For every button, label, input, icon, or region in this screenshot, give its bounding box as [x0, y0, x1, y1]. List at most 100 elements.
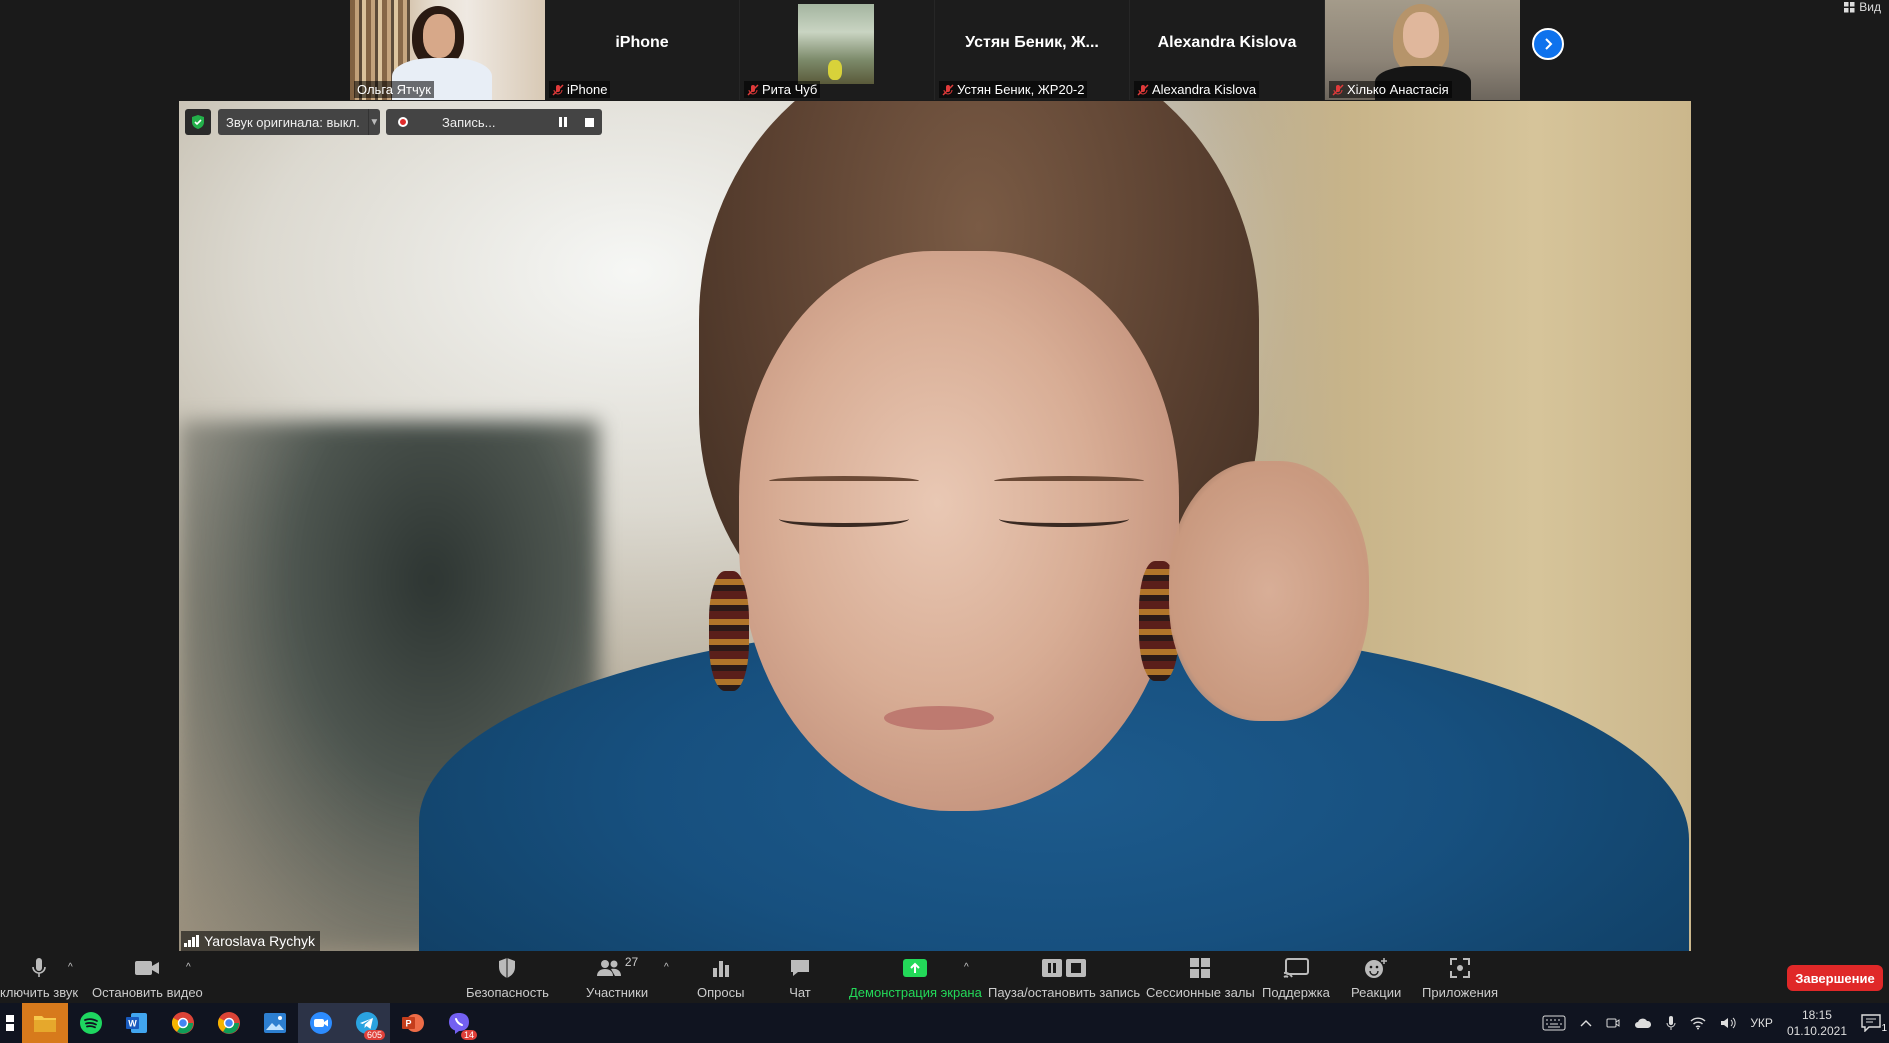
- system-tray: УКР 18:15 01.10.2021 1: [1542, 1003, 1889, 1043]
- breakout-rooms-icon: [1190, 958, 1211, 978]
- date: 01.10.2021: [1786, 1024, 1847, 1038]
- smiley-icon: [1365, 958, 1388, 978]
- active-speaker-video[interactable]: Yaroslava Rychyk: [179, 101, 1691, 951]
- original-sound-toggle[interactable]: Звук оригинала: выкл. ▼: [218, 109, 380, 135]
- notification-count: 1: [1881, 1023, 1887, 1034]
- notification-center[interactable]: 1: [1861, 1014, 1887, 1034]
- end-meeting-button[interactable]: Завершение: [1787, 965, 1883, 991]
- chevron-down-icon[interactable]: ▼: [367, 109, 380, 135]
- participant-tile-hilko[interactable]: Хілько Анастасія: [1325, 0, 1520, 100]
- meeting-toolbar: ключить звук ^ Остановить видео ^ Безопа…: [0, 952, 1889, 1003]
- chevron-right-icon: [1545, 38, 1553, 50]
- participant-tile-iphone[interactable]: iPhone iPhone: [545, 0, 740, 100]
- taskbar-chrome-2[interactable]: [206, 1003, 252, 1043]
- shield-icon: [499, 958, 516, 978]
- svg-text:P: P: [405, 1019, 411, 1029]
- participant-tile-rita[interactable]: Рита Чуб: [740, 0, 935, 100]
- keyboard-icon[interactable]: [1542, 1015, 1566, 1031]
- security-button[interactable]: Безопасность: [466, 956, 549, 1000]
- pause-stop-icon: [1042, 959, 1087, 977]
- taskbar-viber[interactable]: 14: [436, 1003, 482, 1043]
- pause-recording-button[interactable]: [550, 109, 576, 135]
- participant-label: Рита Чуб: [744, 81, 821, 98]
- polls-button[interactable]: Опросы: [697, 956, 744, 1000]
- mic-muted-icon: [942, 83, 954, 96]
- mute-button[interactable]: ключить звук: [0, 956, 78, 1000]
- participant-name: iPhone: [615, 34, 669, 51]
- participant-tile-alexandra[interactable]: Alexandra Kislova Alexandra Kislova: [1130, 0, 1325, 100]
- mic-muted-icon: [747, 83, 759, 96]
- taskbar-photos[interactable]: [252, 1003, 298, 1043]
- taskbar-telegram[interactable]: 605: [344, 1003, 390, 1043]
- grid-icon: [1844, 1, 1855, 12]
- windows-logo-icon: [6, 1015, 14, 1031]
- speaker-label: Yaroslava Rychyk: [181, 931, 321, 951]
- participants-icon: [596, 960, 621, 976]
- breakout-rooms-button[interactable]: Сессионные залы: [1146, 956, 1255, 1000]
- taskbar-chrome-1[interactable]: [160, 1003, 206, 1043]
- view-button[interactable]: Вид: [1844, 0, 1881, 14]
- apps-button[interactable]: Приложения: [1422, 956, 1498, 1000]
- participant-label: iPhone: [549, 81, 611, 98]
- bar-chart-icon: [712, 961, 729, 977]
- volume-icon[interactable]: [1720, 1016, 1736, 1030]
- stop-recording-button[interactable]: [576, 109, 602, 135]
- participant-strip: Ольга Ятчук iPhone iPhone Рита Чуб Устян…: [350, 0, 1520, 100]
- camera-icon[interactable]: [1606, 1016, 1620, 1030]
- microphone-icon[interactable]: [1666, 1015, 1676, 1031]
- taskbar-zoom[interactable]: [298, 1003, 344, 1043]
- participant-label: Устян Беник, ЖР20-2: [939, 81, 1088, 98]
- participant-video: [798, 4, 874, 84]
- taskbar-spotify[interactable]: [68, 1003, 114, 1043]
- connection-signal-icon: [184, 935, 199, 947]
- next-page-button[interactable]: [1532, 28, 1564, 60]
- reactions-button[interactable]: Реакции: [1351, 956, 1401, 1000]
- mic-muted-icon: [1332, 83, 1344, 96]
- zoom-meeting-window: Ольга Ятчук iPhone iPhone Рита Чуб Устян…: [0, 0, 1889, 1043]
- chrome-icon: [171, 1012, 194, 1034]
- participants-options-caret[interactable]: ^: [664, 962, 669, 973]
- language-indicator[interactable]: УКР: [1750, 1016, 1773, 1030]
- record-dot-icon: [398, 117, 408, 127]
- viber-badge: 14: [460, 1030, 477, 1040]
- chrome-icon: [217, 1012, 240, 1034]
- cloud-icon[interactable]: [1634, 1017, 1652, 1029]
- mute-options-caret[interactable]: ^: [68, 962, 73, 973]
- taskbar-word[interactable]: W: [114, 1003, 160, 1043]
- chat-button[interactable]: Чат: [789, 956, 811, 1000]
- spotify-icon: [80, 1012, 102, 1034]
- clock[interactable]: 18:15 01.10.2021: [1787, 1007, 1847, 1039]
- cast-icon: [1283, 958, 1309, 978]
- powerpoint-icon: P: [402, 1014, 424, 1032]
- share-options-caret[interactable]: ^: [964, 962, 969, 973]
- speaker-name: Yaroslava Rychyk: [204, 933, 316, 949]
- video-camera-icon: [135, 961, 160, 975]
- mic-muted-icon: [552, 83, 564, 96]
- taskbar-powerpoint[interactable]: P: [390, 1003, 436, 1043]
- participant-tile-olga[interactable]: Ольга Ятчук: [350, 0, 545, 100]
- chat-bubble-icon: [791, 960, 809, 976]
- participant-tile-ustyan[interactable]: Устян Беник, Ж... Устян Беник, ЖР20-2: [935, 0, 1130, 100]
- participant-label: Ольга Ятчук: [354, 81, 434, 98]
- folder-icon: [34, 1016, 56, 1032]
- wifi-icon[interactable]: [1690, 1016, 1706, 1030]
- support-button[interactable]: Поддержка: [1262, 956, 1330, 1000]
- apps-icon: [1450, 958, 1471, 978]
- taskbar-file-explorer[interactable]: [22, 1003, 68, 1043]
- participants-count: 27: [624, 955, 639, 969]
- svg-text:W: W: [128, 1019, 137, 1029]
- encryption-status[interactable]: [185, 109, 211, 135]
- start-button[interactable]: [0, 1003, 22, 1043]
- mic-muted-icon: [1137, 83, 1149, 96]
- word-icon: W: [126, 1013, 147, 1033]
- zoom-icon: [310, 1012, 332, 1034]
- share-screen-button[interactable]: Демонстрация экрана: [849, 956, 982, 1000]
- video-options-caret[interactable]: ^: [186, 962, 191, 973]
- telegram-badge: 605: [363, 1030, 385, 1040]
- participant-label: Alexandra Kislova: [1134, 81, 1260, 98]
- chevron-up-icon[interactable]: [1580, 1018, 1592, 1028]
- pause-stop-recording-button[interactable]: Пауза/остановить запись: [988, 956, 1140, 1000]
- shield-check-icon: [192, 115, 204, 129]
- share-screen-icon: [903, 959, 928, 977]
- participants-button[interactable]: 27 Участники: [586, 955, 648, 1000]
